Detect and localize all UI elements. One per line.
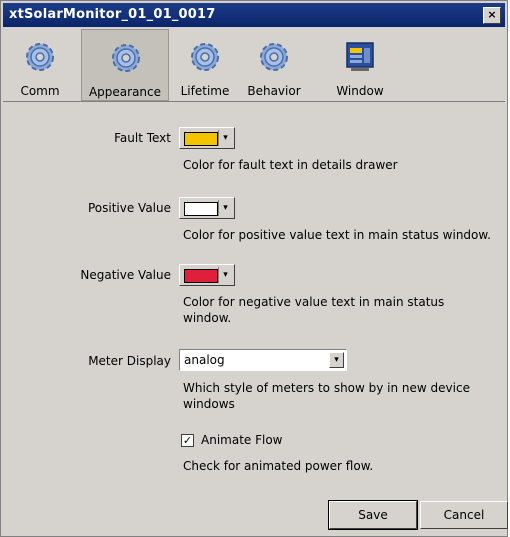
positive-value-description: Color for positive value text in main st… [183, 228, 491, 242]
tab-appearance-label: Appearance [88, 85, 162, 99]
chevron-down-icon[interactable]: ▾ [218, 267, 232, 283]
tab-behavior-label: Behavior [247, 84, 301, 98]
close-button[interactable]: × [483, 7, 501, 24]
positive-value-color-picker[interactable]: ▾ [179, 197, 235, 219]
meter-display-description: Which style of meters to show by in new … [183, 381, 470, 411]
animate-flow-label[interactable]: Animate Flow [201, 433, 283, 447]
negative-value-description: Color for negative value text in main st… [183, 295, 445, 325]
tab-window-label: Window [336, 84, 384, 98]
tab-lifetime-label: Lifetime [180, 84, 230, 98]
gear-icon [112, 44, 140, 72]
tab-comm[interactable]: Comm [3, 29, 77, 101]
tab-behavior[interactable]: Behavior [239, 29, 309, 101]
chevron-down-icon[interactable]: ▾ [218, 200, 232, 216]
preferences-window: xtSolarMonitor_01_01_0017 × Comm Appeara… [0, 0, 508, 537]
save-button[interactable]: Save [328, 500, 418, 530]
gear-icon [260, 43, 288, 71]
negative-value-swatch [184, 269, 218, 283]
meter-display-select[interactable]: analog ▾ [179, 349, 347, 371]
positive-value-label: Positive Value [87, 201, 171, 215]
animate-flow-description: Check for animated power flow. [183, 459, 374, 473]
cancel-button[interactable]: Cancel [420, 501, 508, 529]
negative-value-color-picker[interactable]: ▾ [179, 264, 235, 286]
fault-text-description: Color for fault text in details drawer [183, 158, 398, 172]
gear-icon [26, 43, 54, 71]
meter-display-label: Meter Display [88, 354, 171, 368]
window-title: xtSolarMonitor_01_01_0017 [9, 7, 216, 22]
preferences-toolbar: Comm Appearance Lifetime Behavior Window [3, 29, 505, 102]
chevron-down-icon[interactable]: ▾ [218, 130, 232, 146]
tab-appearance[interactable]: Appearance [81, 29, 169, 101]
fault-text-swatch [184, 132, 218, 146]
fault-text-label: Fault Text [114, 131, 171, 145]
settings-panel: Fault Text ▾ Color for fault text in det… [3, 103, 508, 533]
title-bar[interactable]: xtSolarMonitor_01_01_0017 × [3, 3, 505, 27]
tab-comm-label: Comm [20, 84, 60, 98]
negative-value-label: Negative Value [80, 268, 171, 282]
window-icon [346, 42, 374, 71]
chevron-down-icon[interactable]: ▾ [329, 352, 344, 368]
fault-text-color-picker[interactable]: ▾ [179, 127, 235, 149]
positive-value-swatch [184, 202, 218, 216]
animate-flow-checkbox[interactable]: ✓ [181, 434, 194, 447]
tab-window[interactable]: Window [321, 29, 399, 101]
gear-icon [191, 43, 219, 71]
meter-display-value: analog [184, 353, 225, 367]
tab-lifetime[interactable]: Lifetime [173, 29, 237, 101]
